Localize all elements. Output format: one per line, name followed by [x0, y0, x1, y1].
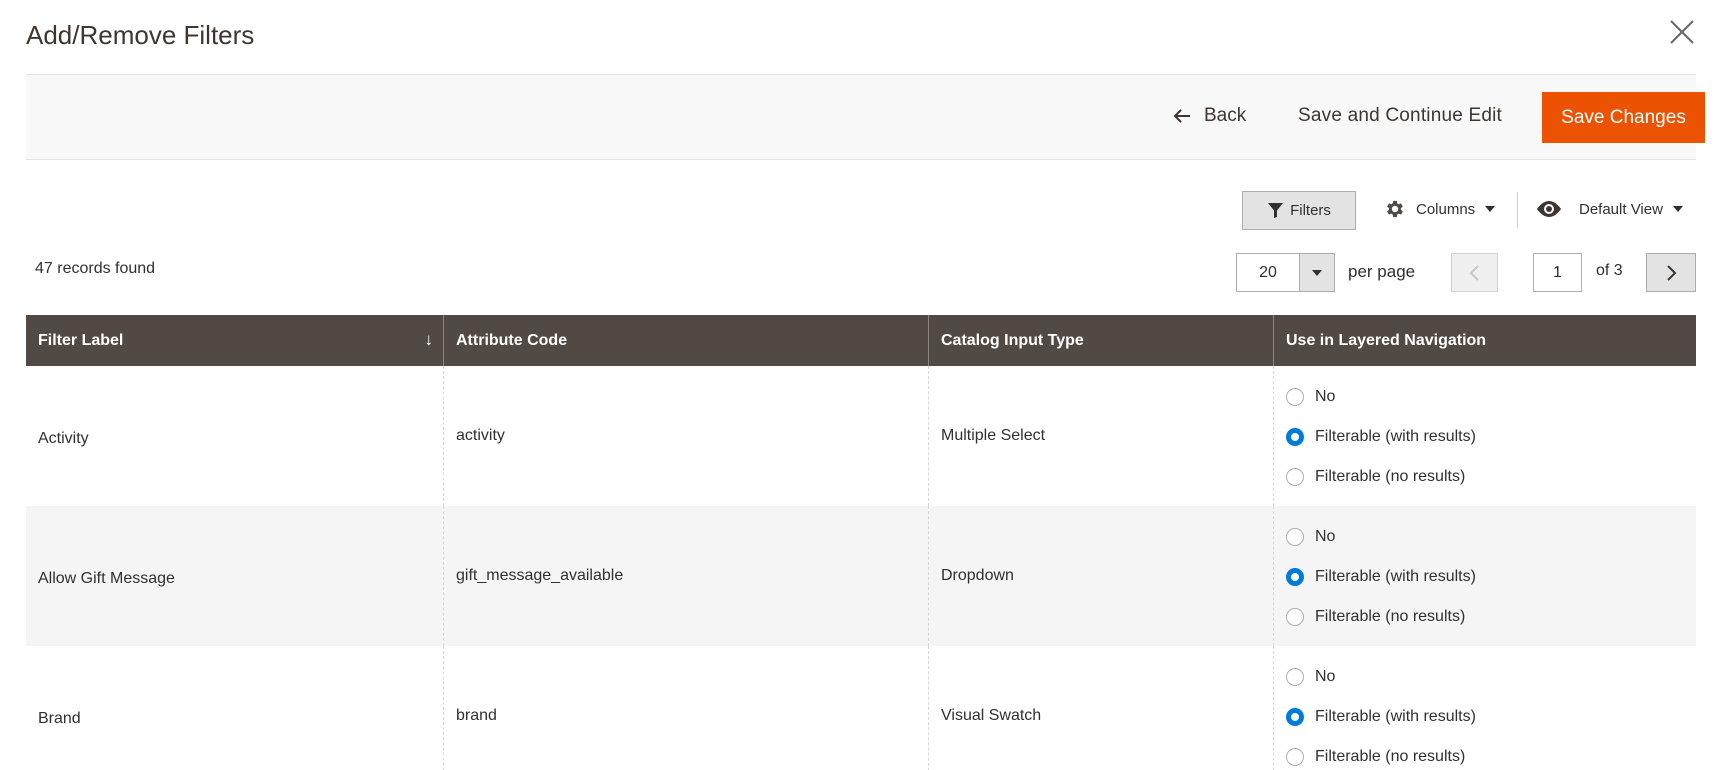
total-pages: of 3: [1596, 262, 1623, 279]
back-button-label: Back: [1204, 105, 1247, 126]
radio-button[interactable]: [1286, 608, 1304, 626]
layered-navigation-cell: No Filterable (with results) Filterable …: [1274, 506, 1696, 646]
radio-option-filterable-with-results[interactable]: Filterable (with results): [1286, 567, 1476, 587]
layered-navigation-cell: No Filterable (with results) Filterable …: [1274, 366, 1696, 506]
column-header-label: Filter Label: [38, 331, 124, 349]
radio-label: Filterable (with results): [1315, 708, 1476, 725]
input-type-cell: Visual Swatch: [929, 646, 1274, 770]
save-changes-button[interactable]: Save Changes: [1542, 92, 1705, 143]
layered-navigation-radio-group: No Filterable (with results) Filterable …: [1286, 525, 1476, 627]
toolbar-divider: [1517, 192, 1518, 228]
column-header-label: Attribute Code: [456, 331, 568, 349]
page-actions-bar: Back Save and Continue Edit Save Changes: [26, 74, 1705, 160]
radio-label: No: [1315, 388, 1336, 405]
layered-navigation-cell: No Filterable (with results) Filterable …: [1274, 646, 1696, 770]
columns-label: Columns: [1416, 200, 1476, 218]
filter-label-cell: Allow Gift Message: [26, 506, 444, 646]
chevron-right-icon: [1667, 264, 1677, 281]
radio-option-no[interactable]: No: [1286, 527, 1476, 547]
radio-button[interactable]: [1286, 668, 1304, 686]
column-header-filter-label[interactable]: Filter Label ↓: [26, 315, 444, 366]
eye-icon: [1537, 201, 1561, 217]
chevron-down-icon: [1312, 269, 1322, 276]
radio-label: Filterable (with results): [1315, 568, 1476, 585]
radio-label: Filterable (no results): [1315, 468, 1466, 485]
column-header-layered-navigation[interactable]: Use in Layered Navigation: [1274, 315, 1696, 366]
column-header-attribute-code[interactable]: Attribute Code: [444, 315, 929, 366]
per-page-value: 20: [1259, 263, 1277, 281]
radio-button[interactable]: [1286, 568, 1304, 586]
table-row: Brand brand Visual Swatch No Filterable …: [26, 646, 1696, 770]
save-and-continue-button[interactable]: Save and Continue Edit: [1298, 105, 1502, 127]
radio-button[interactable]: [1286, 428, 1304, 446]
sort-arrow-icon: ↓: [424, 330, 434, 349]
radio-button[interactable]: [1286, 748, 1304, 766]
radio-label: Filterable (with results): [1315, 428, 1476, 445]
funnel-icon: [1268, 203, 1284, 218]
table-row: Allow Gift Message gift_message_availabl…: [26, 506, 1696, 646]
attribute-code-cell: activity: [444, 366, 929, 506]
radio-label: Filterable (no results): [1315, 608, 1466, 625]
attribute-code-cell: gift_message_available: [444, 506, 929, 646]
chevron-left-icon: [1469, 264, 1479, 281]
current-page-input[interactable]: [1533, 253, 1582, 292]
view-dropdown[interactable]: Default View: [1535, 198, 1683, 220]
radio-option-filterable-with-results[interactable]: Filterable (with results): [1286, 707, 1476, 727]
per-page-label: per page: [1348, 262, 1416, 281]
filters-button[interactable]: Filters: [1242, 191, 1356, 230]
radio-button[interactable]: [1286, 528, 1304, 546]
back-button[interactable]: Back: [1172, 105, 1246, 127]
chevron-down-icon: [1485, 206, 1496, 212]
per-page-toggle[interactable]: [1299, 254, 1334, 291]
radio-option-filterable-no-results[interactable]: Filterable (no results): [1286, 467, 1476, 487]
column-header-label: Catalog Input Type: [941, 331, 1084, 349]
per-page-select[interactable]: 20: [1236, 253, 1335, 292]
radio-option-filterable-with-results[interactable]: Filterable (with results): [1286, 427, 1476, 447]
radio-option-no[interactable]: No: [1286, 667, 1476, 687]
view-label: Default View: [1579, 200, 1663, 218]
filters-grid: Filter Label ↓ Attribute Code Catalog In…: [26, 315, 1696, 770]
attribute-code-cell: brand: [444, 646, 929, 770]
previous-page-button[interactable]: [1451, 253, 1498, 292]
gear-icon: [1387, 200, 1403, 218]
radio-button[interactable]: [1286, 388, 1304, 406]
radio-option-no[interactable]: No: [1286, 387, 1476, 407]
arrow-left-icon: [1173, 109, 1190, 123]
radio-label: No: [1315, 528, 1336, 545]
filter-label-cell: Brand: [26, 646, 444, 770]
filters-button-label: Filters: [1290, 202, 1331, 219]
columns-dropdown[interactable]: Columns: [1384, 198, 1496, 220]
radio-button[interactable]: [1286, 468, 1304, 486]
chevron-down-icon: [1672, 206, 1683, 212]
input-type-cell: Dropdown: [929, 506, 1274, 646]
radio-option-filterable-no-results[interactable]: Filterable (no results): [1286, 747, 1476, 767]
radio-label: Filterable (no results): [1315, 748, 1466, 765]
modal-title: Add/Remove Filters: [26, 20, 255, 50]
column-header-label: Use in Layered Navigation: [1286, 331, 1487, 349]
records-count: 47 records found: [35, 260, 156, 277]
close-icon: [1670, 20, 1694, 44]
table-row: Activity activity Multiple Select No Fil…: [26, 366, 1696, 506]
radio-option-filterable-no-results[interactable]: Filterable (no results): [1286, 607, 1476, 627]
close-button[interactable]: [1668, 18, 1696, 46]
input-type-cell: Multiple Select: [929, 366, 1274, 506]
layered-navigation-radio-group: No Filterable (with results) Filterable …: [1286, 665, 1476, 767]
radio-label: No: [1315, 668, 1336, 685]
grid-header: Filter Label ↓ Attribute Code Catalog In…: [26, 315, 1696, 366]
column-header-catalog-input-type[interactable]: Catalog Input Type: [929, 315, 1274, 366]
layered-navigation-radio-group: No Filterable (with results) Filterable …: [1286, 385, 1476, 487]
filter-label-cell: Activity: [26, 366, 444, 506]
radio-button[interactable]: [1286, 708, 1304, 726]
next-page-button[interactable]: [1646, 253, 1696, 292]
